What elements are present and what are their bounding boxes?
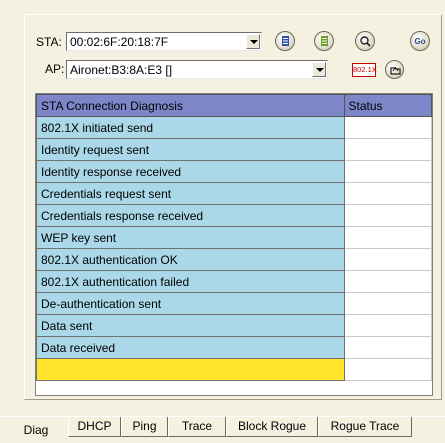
table-row[interactable]: Identity response received	[36, 160, 433, 183]
search-button[interactable]	[355, 31, 375, 51]
diagnosis-table[interactable]: STA Connection Diagnosis Status 802.1X i…	[35, 93, 433, 396]
tab-dhcp[interactable]: DHCP	[68, 417, 121, 437]
column-header-diagnosis[interactable]: STA Connection Diagnosis	[36, 94, 345, 117]
table-row[interactable]: Identity request sent	[36, 138, 433, 161]
diagnosis-cell[interactable]: 802.1X authentication failed	[36, 270, 345, 293]
tab-trace[interactable]: Trace	[168, 417, 226, 437]
open-icon	[390, 66, 401, 75]
table-row[interactable]	[36, 358, 433, 381]
status-cell[interactable]	[343, 182, 433, 205]
table-row[interactable]: 802.1X authentication failed	[36, 270, 433, 293]
diagnosis-cell[interactable]: 802.1X authentication OK	[36, 248, 345, 271]
diagnosis-cell[interactable]: Credentials request sent	[36, 182, 345, 205]
table-row[interactable]: WEP key sent	[36, 226, 433, 249]
chevron-down-icon[interactable]	[312, 62, 326, 77]
diagnosis-cell[interactable]: 802.1X initiated send	[36, 116, 345, 139]
table-row[interactable]: 802.1X initiated send	[36, 116, 433, 139]
tab-block-rogue[interactable]: Block Rogue	[226, 417, 318, 437]
status-cell[interactable]	[343, 336, 433, 359]
status-cell[interactable]	[343, 292, 433, 315]
go-icon: Go	[414, 37, 426, 46]
tab-strip: Diag DHCP Ping Trace Block Rogue Rogue T…	[0, 417, 445, 442]
diagnosis-cell[interactable]: Identity response received	[36, 160, 345, 183]
diagnosis-cell[interactable]: Data sent	[36, 314, 345, 337]
tab-diag[interactable]: Diag	[14, 417, 58, 440]
sta-value: 00:02:6F:20:18:7F	[70, 35, 169, 49]
list-icon	[282, 36, 289, 46]
diagnosis-cell[interactable]	[36, 358, 345, 381]
table-row[interactable]: Credentials response received	[36, 204, 433, 227]
report-button[interactable]	[314, 31, 334, 51]
ap-value: Aironet:B3:8A:E3 []	[70, 63, 173, 77]
status-cell[interactable]	[343, 204, 433, 227]
table-row[interactable]: 802.1X authentication OK	[36, 248, 433, 271]
status-cell[interactable]	[343, 226, 433, 249]
diagnosis-cell[interactable]: Identity request sent	[36, 138, 345, 161]
chevron-down-icon[interactable]	[246, 34, 260, 49]
diagnosis-cell[interactable]: Data received	[36, 336, 345, 359]
diagnosis-cell[interactable]: De-authentication sent	[36, 292, 345, 315]
list-button[interactable]	[275, 31, 295, 51]
ap-label: AP:	[45, 62, 65, 76]
table-row[interactable]: Credentials request sent	[36, 182, 433, 205]
search-icon	[360, 36, 371, 47]
ap-combobox[interactable]: Aironet:B3:8A:E3 []	[66, 60, 328, 79]
table-row[interactable]: Data sent	[36, 314, 433, 337]
sta-label: STA:	[36, 35, 62, 49]
status-cell[interactable]	[343, 138, 433, 161]
tab-ping[interactable]: Ping	[121, 417, 168, 437]
status-cell[interactable]	[343, 160, 433, 183]
status-cell[interactable]	[343, 248, 433, 271]
diagnosis-cell[interactable]: WEP key sent	[36, 226, 345, 249]
status-cell[interactable]	[343, 314, 433, 337]
open-button[interactable]	[385, 60, 404, 79]
status-cell[interactable]	[343, 270, 433, 293]
column-header-status[interactable]: Status	[343, 94, 433, 117]
diagnosis-cell[interactable]: Credentials response received	[36, 204, 345, 227]
table-row[interactable]: Data received	[36, 336, 433, 359]
table-row[interactable]: De-authentication sent	[36, 292, 433, 315]
8021x-badge: 802.1X	[352, 63, 377, 77]
list-icon	[321, 36, 328, 46]
status-cell[interactable]	[343, 116, 433, 139]
sta-combobox[interactable]: 00:02:6F:20:18:7F	[66, 32, 262, 51]
status-cell[interactable]	[343, 358, 433, 381]
tab-rogue-trace[interactable]: Rogue Trace	[318, 417, 412, 437]
go-button[interactable]: Go	[410, 31, 430, 51]
